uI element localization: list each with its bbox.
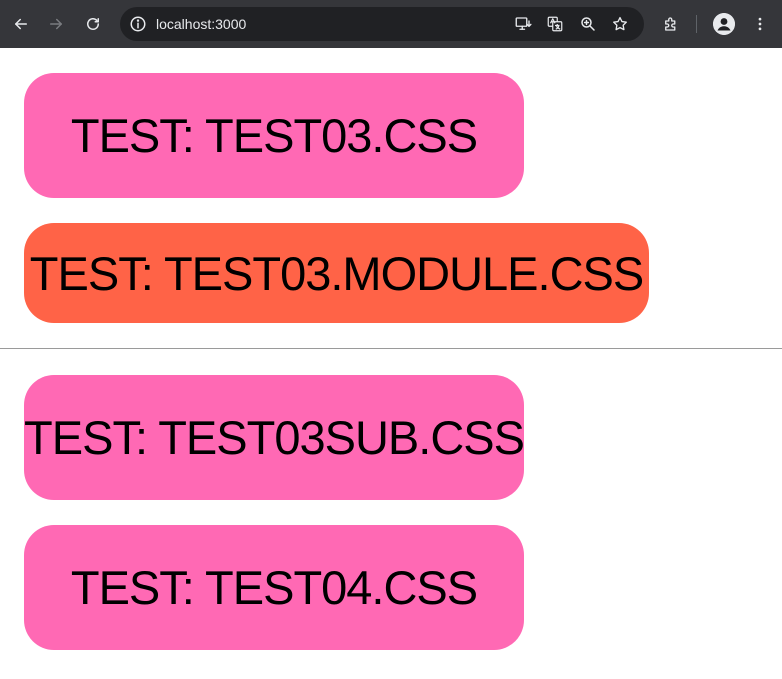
extensions-button[interactable] bbox=[657, 10, 685, 38]
back-button[interactable] bbox=[7, 10, 35, 38]
arrow-left-icon bbox=[15, 18, 27, 30]
test04-css-box: TEST: TEST04.CSS bbox=[24, 525, 524, 650]
address-bar[interactable]: localhost:3000 bbox=[120, 7, 644, 41]
test03-css-label: TEST: TEST03.CSS bbox=[70, 109, 478, 162]
reload-icon bbox=[87, 18, 99, 30]
test04-css-label: TEST: TEST04.CSS bbox=[70, 561, 478, 614]
divider bbox=[0, 348, 782, 349]
arrow-right-icon bbox=[50, 18, 62, 30]
profile-button[interactable] bbox=[713, 13, 735, 35]
test03-css-box: TEST: TEST03.CSS bbox=[24, 73, 524, 198]
site-info-button[interactable] bbox=[128, 14, 148, 34]
translate-button[interactable] bbox=[544, 13, 566, 35]
test03-module-css-box: TEST: TEST03.MODULE.CSS bbox=[24, 223, 649, 323]
kebab-menu-icon bbox=[758, 17, 762, 31]
avatar-icon bbox=[713, 13, 735, 35]
forward-button[interactable] bbox=[42, 10, 70, 38]
test03sub-css-label: TEST: TEST03SUB.CSS bbox=[24, 411, 525, 464]
bookmark-button[interactable] bbox=[609, 13, 631, 35]
test03-module-css-label: TEST: TEST03.MODULE.CSS bbox=[29, 246, 644, 300]
zoom-icon bbox=[581, 17, 595, 31]
url-text[interactable]: localhost:3000 bbox=[156, 15, 246, 33]
puzzle-icon bbox=[665, 17, 676, 31]
zoom-button[interactable] bbox=[577, 13, 599, 35]
install-app-icon bbox=[515, 17, 532, 30]
install-app-button[interactable] bbox=[512, 13, 534, 35]
menu-button[interactable] bbox=[746, 10, 774, 38]
translate-icon bbox=[547, 16, 563, 32]
browser-toolbar: localhost:3000 bbox=[0, 0, 782, 48]
reload-button[interactable] bbox=[79, 10, 107, 38]
info-icon bbox=[130, 16, 146, 32]
toolbar-separator bbox=[696, 15, 697, 33]
test03sub-css-box: TEST: TEST03SUB.CSS bbox=[24, 375, 525, 500]
star-icon bbox=[613, 16, 627, 31]
